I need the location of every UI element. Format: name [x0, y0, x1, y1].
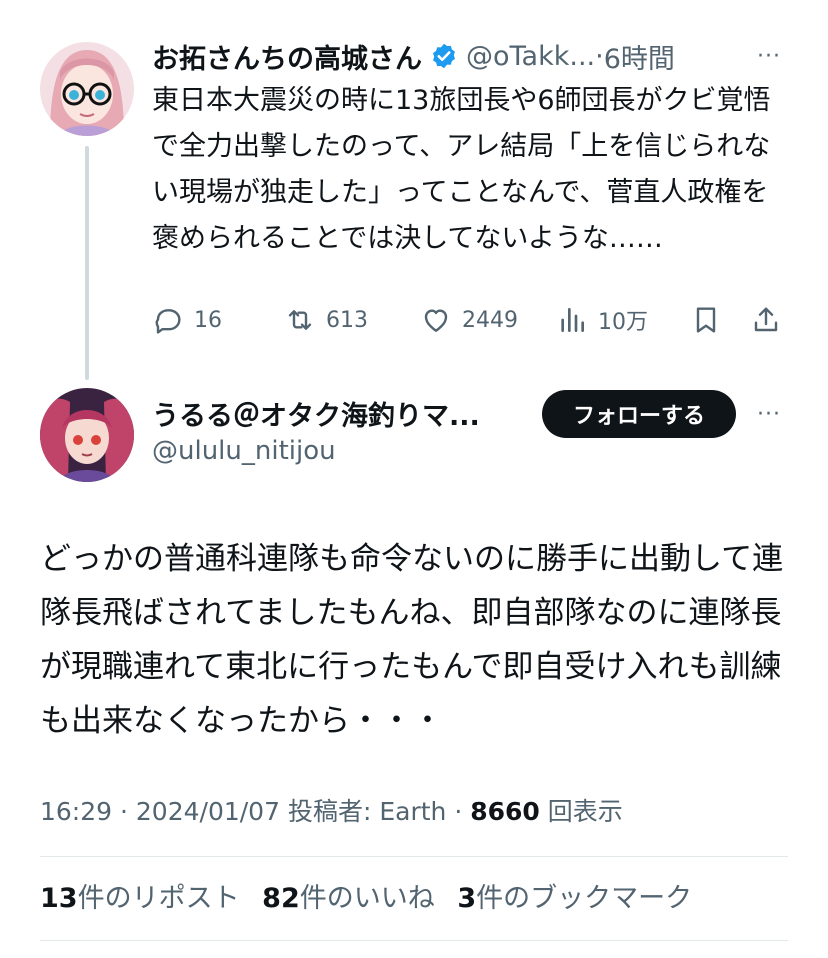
more-icon[interactable]: ···: [753, 398, 785, 430]
repost-stat-label: 件のリポスト: [77, 883, 240, 914]
share-button[interactable]: [750, 300, 782, 340]
reply-icon: [155, 309, 181, 334]
like-stat[interactable]: 82件のいいね: [262, 883, 435, 914]
repost-stat[interactable]: 13件のリポスト: [40, 883, 240, 914]
views-button[interactable]: 10万: [556, 300, 648, 340]
tweet1-action-bar: 16 613 2449 10万: [152, 300, 792, 340]
verified-badge-icon: [430, 42, 458, 70]
separator-dot: ·: [595, 40, 604, 72]
bookmark-icon: [696, 307, 716, 333]
tweet2-posted-by: 投稿者: Earth: [287, 797, 447, 826]
follow-button[interactable]: フォローする: [542, 390, 736, 438]
like-button[interactable]: 2449: [420, 300, 518, 340]
tweet1-text: 東日本大震災の時に13旅団長や6師団長がクビ覚悟で全力出撃したのって、アレ結局「…: [152, 85, 771, 254]
tweet1-header: お拓さんちの高城さん @oTakk... · 6時間: [152, 36, 675, 76]
bookmark-stat-label: 件のブックマーク: [476, 883, 693, 914]
repost-icon: [288, 310, 312, 330]
views-icon: [561, 308, 584, 332]
tweet2-view-label: 回表示: [547, 797, 623, 826]
avatar-ululu[interactable]: [40, 388, 134, 482]
separator-dot: ·: [454, 797, 471, 826]
tweet2-text: どっかの普通科連隊も命令ないのに勝手に出動して連隊長飛ばされてましたもんね、即自…: [40, 541, 784, 739]
tweet2-display-name[interactable]: うるる＠オタク海釣りマ...: [152, 394, 480, 433]
divider: [40, 856, 788, 857]
reply-button[interactable]: 16: [152, 300, 222, 340]
like-stat-label: 件のいいね: [299, 883, 435, 914]
repost-stat-count: 13: [40, 883, 78, 914]
tweet1-timestamp[interactable]: 6時間: [604, 37, 675, 76]
tweet1-handle[interactable]: @oTakk...: [466, 41, 595, 72]
avatar-otakk[interactable]: [40, 42, 134, 136]
like-stat-count: 82: [262, 883, 300, 914]
tweet2-engagement-stats: 13件のリポスト 82件のいいね 3件のブックマーク: [40, 876, 706, 915]
repost-button[interactable]: 613: [284, 300, 368, 340]
repost-count: 613: [326, 307, 368, 333]
tweet2-handle[interactable]: @ululu_nitijou: [152, 436, 336, 466]
like-count: 2449: [462, 307, 518, 333]
bookmark-button[interactable]: [690, 300, 722, 340]
separator-dot: ·: [120, 797, 136, 826]
more-icon[interactable]: ···: [753, 40, 785, 72]
bookmark-stat-count: 3: [457, 883, 477, 914]
share-icon: [754, 307, 778, 332]
tweet2-time[interactable]: 16:29: [40, 797, 112, 826]
tweet2-view-count: 8660: [470, 797, 540, 826]
view-count: 10万: [598, 310, 648, 335]
thread-connector-line: [85, 146, 89, 380]
tweet2-meta: 16:29 · 2024/01/07 投稿者: Earth · 8660 回表示: [40, 792, 623, 828]
like-icon: [424, 309, 448, 332]
tweet1-display-name[interactable]: お拓さんちの高城さん: [152, 37, 422, 76]
tweet2-date[interactable]: 2024/01/07: [136, 797, 280, 826]
divider: [40, 940, 788, 941]
reply-count: 16: [194, 307, 222, 333]
bookmark-stat[interactable]: 3件のブックマーク: [457, 883, 692, 914]
